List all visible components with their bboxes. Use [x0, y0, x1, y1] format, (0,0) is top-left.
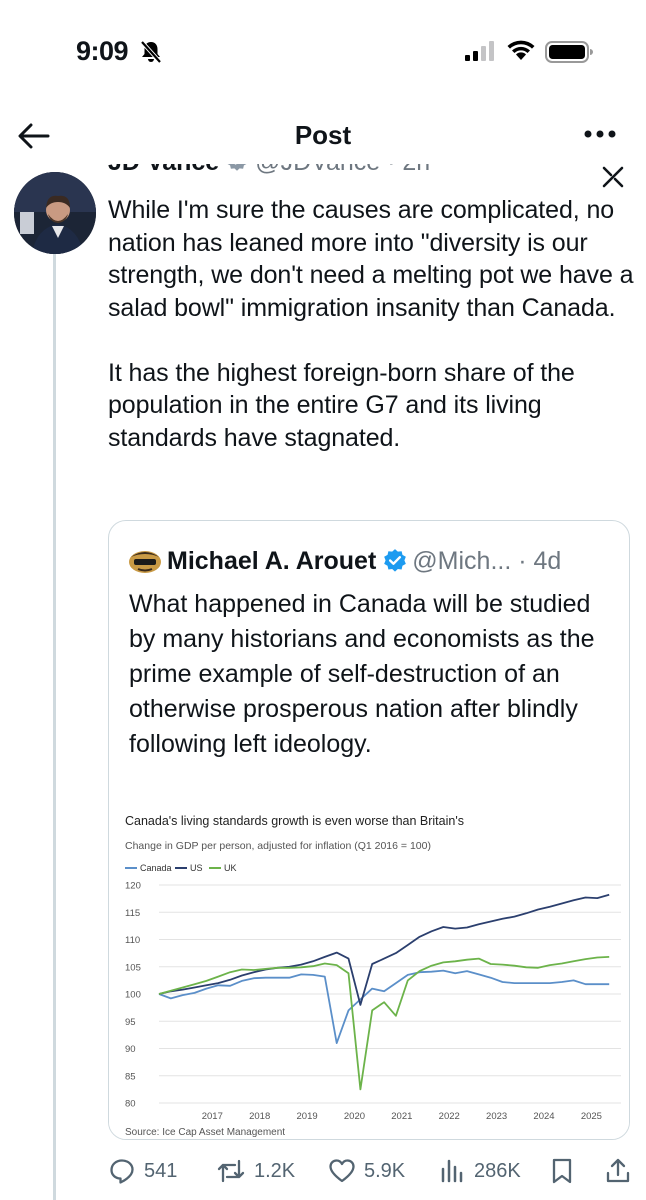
- like-button[interactable]: 5.9K: [328, 1154, 405, 1188]
- reply-button[interactable]: 541: [108, 1154, 177, 1188]
- author-row[interactable]: JD Vance @JDVance · 2h: [108, 164, 430, 184]
- line-chart: Canada's living standards growth is even…: [125, 814, 621, 1138]
- author-name[interactable]: JD Vance: [108, 164, 219, 176]
- y-tick-label: 115: [125, 908, 140, 919]
- grok-icon[interactable]: [600, 164, 626, 190]
- author-avatar[interactable]: [14, 172, 96, 254]
- y-tick-label: 120: [125, 881, 141, 892]
- quote-avatar-icon: [129, 551, 161, 573]
- heart-icon: [329, 1159, 355, 1183]
- status-bar: 9:09: [0, 0, 646, 100]
- plot-area: 80 85 90 95 100 105 110 115 120 2017 2018 2019 2020 2…: [125, 881, 621, 1122]
- post-action-bar: 541 1.2K 5.9K 286K: [108, 1154, 638, 1188]
- legend-label-canada: Canada: [140, 863, 172, 873]
- x-tick-label: 2025: [581, 1111, 602, 1122]
- battery-icon: [545, 41, 593, 63]
- y-tick-label: 110: [125, 935, 140, 946]
- verified-badge-icon: [384, 549, 407, 572]
- chart-legend: Canada US UK: [125, 863, 237, 873]
- repost-icon: [217, 1159, 245, 1183]
- x-tick-label: 2017: [202, 1111, 223, 1122]
- legend-label-us: US: [190, 863, 203, 873]
- bell-slash-icon: [140, 40, 162, 64]
- x-tick-label: 2021: [391, 1111, 412, 1122]
- x-tick-label: 2022: [439, 1111, 460, 1122]
- chart-source: Source: Ice Cap Asset Management: [125, 1127, 285, 1138]
- post-detail: JD Vance @JDVance · 2h While I'm sure th…: [0, 164, 646, 1200]
- quote-author-row: Michael A. Arouet @Mich... · 4d: [127, 545, 561, 577]
- x-tick-label: 2019: [297, 1111, 318, 1122]
- reply-icon: [110, 1159, 134, 1184]
- wifi-icon: [507, 40, 535, 60]
- repost-count: 1.2K: [254, 1159, 296, 1182]
- y-tick-label: 85: [125, 1071, 136, 1082]
- page-title: Post: [294, 120, 352, 150]
- like-count: 5.9K: [364, 1159, 406, 1182]
- x-tick-label: 2024: [533, 1111, 554, 1122]
- share-button[interactable]: [604, 1154, 640, 1188]
- cellular-signal-icon: [465, 41, 494, 61]
- bookmark-icon: [552, 1158, 572, 1184]
- views-button[interactable]: 286K: [440, 1154, 521, 1188]
- chart-title: Canada's living standards growth is even…: [125, 814, 464, 828]
- y-tick-label: 100: [125, 990, 141, 1001]
- chart-subtitle: Change in GDP per person, adjusted for i…: [125, 840, 431, 852]
- share-icon: [606, 1158, 630, 1183]
- legend-label-uk: UK: [224, 863, 237, 873]
- status-time: 9:09: [76, 36, 129, 66]
- x-tick-label: 2023: [486, 1111, 507, 1122]
- avatar-photo: [14, 172, 96, 254]
- thread-line: [53, 244, 56, 1200]
- series-line-uk: [158, 956, 610, 1091]
- verified-badge-icon: [227, 164, 247, 171]
- y-tick-label: 95: [125, 1017, 136, 1028]
- view-count: 286K: [474, 1159, 521, 1182]
- quote-author-handle: @Mich... · 4d: [412, 547, 562, 575]
- quote-text: What happened in Canada will be studied …: [129, 590, 595, 758]
- y-tick-label: 90: [125, 1044, 136, 1055]
- more-options-icon[interactable]: [578, 120, 622, 148]
- x-tick-label: 2018: [249, 1111, 270, 1122]
- y-tick-label: 105: [125, 962, 141, 973]
- x-tick-label: 2020: [344, 1111, 365, 1122]
- author-handle: @JDVance · 2h: [255, 164, 430, 176]
- quoted-post[interactable]: Michael A. Arouet @Mich... · 4d What hap…: [108, 520, 630, 1140]
- repost-button[interactable]: 1.2K: [216, 1154, 295, 1188]
- reply-count: 541: [144, 1159, 178, 1182]
- quote-author-name: Michael A. Arouet: [167, 547, 377, 575]
- bookmark-button[interactable]: [550, 1154, 582, 1188]
- views-bar-chart-icon: [441, 1159, 463, 1183]
- post-text: While I'm sure the causes are complicate…: [108, 196, 634, 452]
- chart-image: Canada's living standards growth is even…: [109, 805, 629, 1139]
- y-tick-label: 80: [125, 1099, 136, 1110]
- nav-bar: Post: [0, 108, 646, 164]
- series-line-us: [158, 893, 610, 1006]
